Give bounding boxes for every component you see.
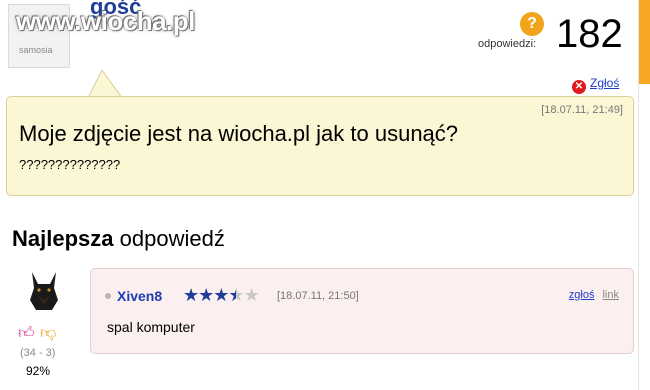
- close-circle-icon: ✕: [572, 80, 586, 94]
- speech-bubble-tail: [87, 70, 125, 98]
- avatar-label: samosia: [19, 45, 53, 55]
- question-mark-icon: ?: [520, 12, 544, 36]
- vote-count: (34 - 3): [20, 347, 56, 359]
- best-answer-heading-bold: Najlepsza: [12, 226, 114, 251]
- orange-accent-bar: [639, 0, 650, 84]
- question-bubble: [18.07.11, 21:49] Moje zdjęcie jest na w…: [6, 96, 634, 196]
- star-half-icon: ★: [228, 285, 244, 305]
- thumb-up-icon[interactable]: 👍︎: [18, 324, 36, 342]
- rating-stars: ★★★★★: [183, 285, 260, 306]
- answer-date: [18.07.11, 21:50]: [277, 290, 359, 302]
- star-full-icon: ★: [183, 285, 199, 305]
- best-answer-heading-rest: odpowiedź: [119, 226, 225, 251]
- answers-count: 182: [556, 12, 623, 56]
- status-dot: [105, 293, 111, 299]
- best-answer-box: Xiven8 ★★★★★ [18.07.11, 21:50] zgłoś link…: [90, 268, 634, 354]
- right-edge-strip: [638, 0, 650, 390]
- question-date: [18.07.11, 21:49]: [541, 104, 623, 116]
- answerer-avatar[interactable]: [24, 270, 64, 312]
- star-full-icon: ★: [198, 285, 214, 305]
- question-body: ??????????????: [19, 157, 121, 172]
- star-empty-icon: ★: [243, 285, 260, 305]
- question-title: Moje zdjęcie jest na wiocha.pl jak to us…: [19, 121, 459, 146]
- thumb-down-icon[interactable]: 👎︎: [40, 324, 58, 342]
- report-question[interactable]: ✕ Zgłoś: [572, 76, 619, 94]
- answer-links: zgłoś link: [569, 289, 619, 301]
- answer-permalink[interactable]: link: [602, 289, 619, 301]
- report-answer-link[interactable]: zgłoś: [569, 289, 595, 301]
- answer-text: spal komputer: [107, 319, 195, 335]
- star-full-icon: ★: [213, 285, 229, 305]
- vote-percent: 92%: [26, 364, 51, 378]
- best-answer-heading: Najlepsza odpowiedź: [12, 226, 225, 252]
- site-watermark: www.wiocha.pl: [16, 6, 195, 36]
- answer-author[interactable]: Xiven8: [117, 288, 162, 304]
- report-question-link[interactable]: Zgłoś: [590, 76, 619, 90]
- answers-count-label: odpowiedzi:: [478, 38, 537, 50]
